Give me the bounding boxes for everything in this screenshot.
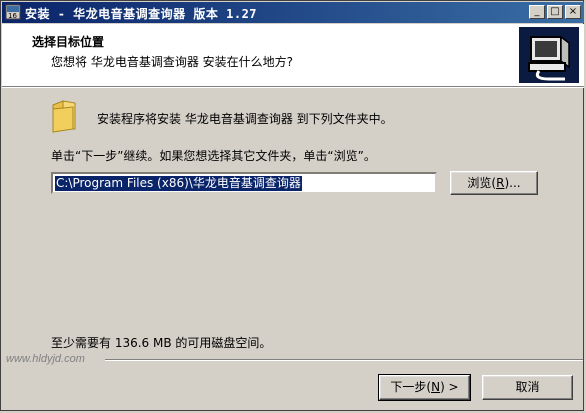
next-button-label: 下一步 xyxy=(390,380,427,394)
install-description: 安装程序将安装 华龙电音基调查询器 到下列文件夹中。 xyxy=(97,112,393,126)
install-path-field[interactable]: C:\Program Files (x86)\华龙电音基调查询器 xyxy=(51,172,437,194)
browse-button-label: 浏览 xyxy=(467,176,492,190)
setup-app-icon: 16 xyxy=(5,4,21,20)
svg-text:16: 16 xyxy=(8,12,17,20)
folder-icon xyxy=(52,100,76,133)
cancel-button-label: 取消 xyxy=(515,380,540,394)
maximize-button[interactable]: □ xyxy=(547,5,563,19)
browse-button[interactable]: 浏览(R)... xyxy=(450,171,538,195)
next-button-mnemonic: N xyxy=(431,380,441,394)
disk-space-requirement: 至少需要有 136.6 MB 的可用磁盘空间。 xyxy=(51,336,272,350)
page-subtitle: 您想将 华龙电音基调查询器 安装在什么地方? xyxy=(51,55,293,69)
page-title: 选择目标位置 xyxy=(32,35,105,49)
wizard-header: 选择目标位置 您想将 华龙电音基调查询器 安装在什么地方? xyxy=(2,24,584,86)
header-divider xyxy=(2,86,584,88)
cancel-button[interactable]: 取消 xyxy=(482,375,573,400)
install-hint: 单击“下一步”继续。如果您想选择其它文件夹，单击“浏览”。 xyxy=(51,149,376,163)
computer-install-icon xyxy=(519,27,579,83)
window-title: 安装 - 华龙电音基调查询器 版本 1.27 xyxy=(25,7,258,21)
next-button-suffix: ) > xyxy=(440,380,459,394)
minimize-button[interactable]: _ xyxy=(529,5,545,19)
footer-divider xyxy=(105,359,583,361)
setup-window: 16 安装 - 华龙电音基调查询器 版本 1.27 _ □ × 选择目标位置 您… xyxy=(0,0,584,411)
next-button[interactable]: 下一步(N) > xyxy=(378,374,471,401)
close-button[interactable]: × xyxy=(565,5,581,19)
brand-watermark: www.hldyjd.com xyxy=(6,353,85,365)
title-bar[interactable]: 16 安装 - 华龙电音基调查询器 版本 1.27 _ □ × xyxy=(2,2,584,23)
browse-button-suffix: )... xyxy=(504,176,521,190)
install-path-value: C:\Program Files (x86)\华龙电音基调查询器 xyxy=(55,176,302,191)
